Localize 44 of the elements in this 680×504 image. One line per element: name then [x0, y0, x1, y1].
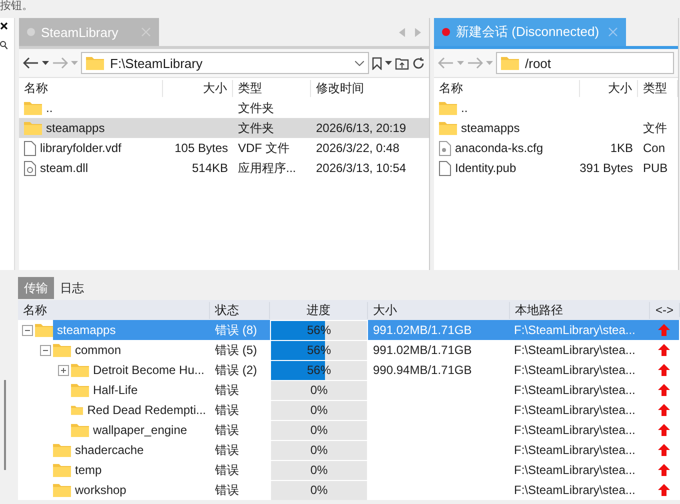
local-path: F:\SteamLibrary\stea...	[514, 363, 636, 377]
status-text: 错误	[215, 422, 239, 438]
local-path: F:\SteamLibrary\stea...	[514, 423, 636, 437]
status-text: 错误	[215, 462, 239, 478]
file-cell: 文件	[643, 120, 667, 136]
file-cell: 1KB	[610, 141, 633, 155]
status-text: 错误 (5)	[215, 342, 257, 358]
file-cell: steamapps	[461, 121, 520, 135]
file-cell: ..	[461, 101, 468, 115]
local-path: F:\SteamLibrary\stea...	[514, 463, 636, 477]
size-text: 990.94MB/1.71GB	[373, 363, 472, 377]
file-cell: 2026/3/22, 0:48	[316, 141, 400, 155]
local-path: F:\SteamLibrary\stea...	[514, 383, 636, 397]
file-cell: 文件夹	[238, 120, 274, 136]
file-cell: steamapps	[46, 121, 105, 135]
file-cell: VDF 文件	[238, 140, 290, 156]
status-text: 错误	[215, 382, 239, 398]
size-text: 991.02MB/1.71GB	[373, 323, 472, 337]
file-cell: 2026/6/13, 20:19	[316, 121, 406, 135]
local-path: F:\SteamLibrary\stea...	[514, 323, 636, 337]
file-cell: libraryfolder.vdf	[40, 141, 122, 155]
file-cell: Con	[643, 141, 666, 155]
file-cell: 105 Bytes	[174, 141, 228, 155]
file-cell: Identity.pub	[455, 161, 516, 175]
file-cell: 514KB	[192, 161, 228, 175]
file-cell: ..	[46, 101, 53, 115]
file-cell: 文件夹	[238, 100, 274, 116]
local-path: F:\SteamLibrary\stea...	[514, 403, 636, 417]
file-cell: steam.dll	[40, 161, 88, 175]
status-text: 错误	[215, 402, 239, 418]
file-cell: PUB	[643, 161, 668, 175]
status-text: 错误	[215, 442, 239, 458]
status-text: 错误 (2)	[215, 362, 257, 378]
file-cell: 2026/3/13, 10:54	[316, 161, 406, 175]
status-text: 错误 (8)	[215, 322, 257, 338]
local-path: F:\SteamLibrary\stea...	[514, 483, 636, 497]
hint-text: 按钮。	[0, 0, 33, 12]
file-cell: anaconda-ks.cfg	[455, 141, 544, 155]
status-text: 错误	[215, 482, 239, 498]
local-path: F:\SteamLibrary\stea...	[514, 443, 636, 457]
file-cell: 应用程序...	[238, 160, 296, 176]
local-path: F:\SteamLibrary\stea...	[514, 343, 636, 357]
file-cell: 391 Bytes	[580, 161, 633, 175]
size-text: 991.02MB/1.71GB	[373, 343, 472, 357]
